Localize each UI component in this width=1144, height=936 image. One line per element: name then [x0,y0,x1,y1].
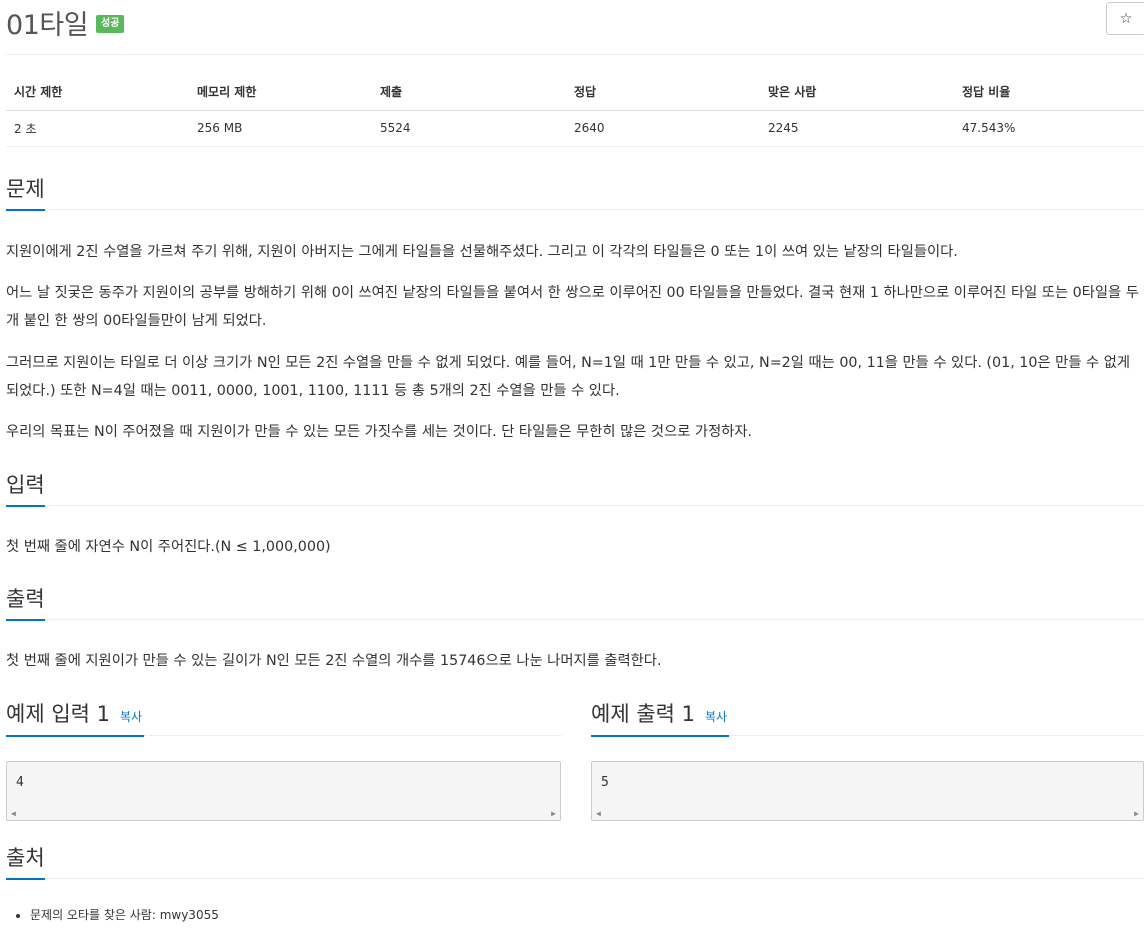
input-heading: 입력 [6,472,45,508]
stats-header-memory-limit: 메모리 제한 [189,74,372,111]
section-divider [6,505,1144,507]
stats-memory-limit: 256 MB [189,110,372,147]
stats-accepted: 2640 [566,110,760,147]
title-divider [6,54,1144,55]
stats-header-solvers: 맞은 사람 [760,74,954,111]
stats-header-ratio: 정답 비율 [954,74,1144,111]
description-section-header: 문제 [6,176,1144,212]
description-paragraph: 그러므로 지원이는 타일로 더 이상 크기가 N인 모든 2진 수열을 만들 수… [6,355,1131,399]
sample-output-heading: 예제 출력 1 [591,702,695,726]
sample-output-underline [591,735,729,737]
stats-solvers: 2245 [760,110,954,147]
problem-stats-table: 시간 제한 메모리 제한 제출 정답 맞은 사람 정답 비율 2 초 256 M… [6,74,1144,147]
section-divider [144,735,562,736]
sample-input-heading: 예제 입력 1 [6,702,110,726]
copy-sample-output-link[interactable]: 복사 [705,708,727,725]
scroll-right-icon[interactable]: ▶ [1134,809,1139,818]
sample-output-box[interactable]: 5 ◀ ▶ [591,761,1144,821]
output-section-header: 출력 [6,586,1144,622]
stats-header-submissions: 제출 [372,74,566,111]
list-item: 문제의 오타를 찾은 사람: mwy3055 [30,906,219,923]
section-divider [729,735,1144,736]
sample-output-header: 예제 출력 1 복사 [591,701,727,728]
source-heading: 출처 [6,845,45,881]
stats-ratio: 47.543% [954,110,1144,147]
description-paragraph: 어느 날 짓궂은 동주가 지원이의 공부를 방해하기 위해 0이 쓰여진 낱장의… [6,285,1139,329]
section-divider [6,878,1144,880]
star-button[interactable]: ☆ [1106,2,1144,35]
description-paragraph: 지원이에게 2진 수열을 가르쳐 주기 위해, 지원이 아버지는 그에게 타일들… [6,244,958,260]
stats-header-accepted: 정답 [566,74,760,111]
stats-value-row: 2 초 256 MB 5524 2640 2245 47.543% [6,110,1144,147]
sample-input-header: 예제 입력 1 복사 [6,701,142,728]
status-badge: 성공 [96,15,125,33]
sample-output-value: 5 [601,775,609,790]
page-title: 01타일 [6,9,89,41]
stats-header-row: 시간 제한 메모리 제한 제출 정답 맞은 사람 정답 비율 [6,74,1144,111]
section-divider [6,209,1144,211]
scroll-left-icon[interactable]: ◀ [11,809,16,818]
scroll-left-icon[interactable]: ◀ [596,809,601,818]
description-paragraph: 우리의 목표는 N이 주어졌을 때 지원이가 만들 수 있는 모든 가짓수를 세… [6,424,753,440]
source-list: 문제의 오타를 찾은 사람: mwy3055 [30,906,219,923]
stats-submissions: 5524 [372,110,566,147]
source-section-header: 출처 [6,845,1144,881]
stats-header-time-limit: 시간 제한 [6,74,189,111]
sample-input-underline [6,735,144,737]
problem-header: 01타일 성공 [6,4,125,41]
output-description: 첫 번째 줄에 지원이가 만들 수 있는 길이가 N인 모든 2진 수열의 개수… [6,653,662,669]
stats-time-limit: 2 초 [6,110,189,147]
scroll-right-icon[interactable]: ▶ [551,809,556,818]
output-heading: 출력 [6,586,45,622]
star-icon: ☆ [1119,10,1133,27]
section-divider [6,619,1144,621]
input-description: 첫 번째 줄에 자연수 N이 주어진다.(N ≤ 1,000,000) [6,539,331,555]
sample-input-box[interactable]: 4 ◀ ▶ [6,761,561,821]
description-heading: 문제 [6,176,45,212]
input-section-header: 입력 [6,472,1144,508]
sample-input-value: 4 [16,775,24,790]
copy-sample-input-link[interactable]: 복사 [120,708,142,725]
